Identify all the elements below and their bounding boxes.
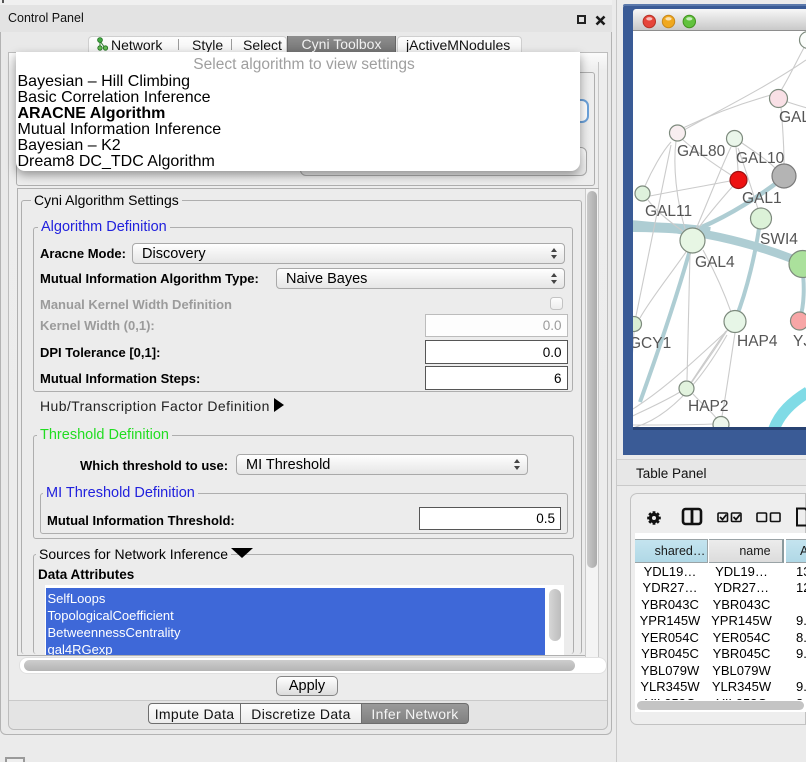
svg-text:YJ: YJ (793, 333, 806, 350)
svg-text:GAL11: GAL11 (645, 203, 692, 220)
svg-text:GAL80: GAL80 (677, 143, 726, 160)
svg-text:HAP4: HAP4 (737, 333, 778, 350)
svg-text:HAP2: HAP2 (688, 398, 729, 415)
svg-text:GAL4: GAL4 (695, 254, 735, 271)
svg-text:GCY1: GCY1 (633, 335, 671, 352)
svg-text:SWI4: SWI4 (760, 231, 798, 248)
svg-text:GAL7: GAL7 (779, 109, 806, 126)
svg-text:GAL10: GAL10 (736, 150, 785, 167)
svg-text:GAL1: GAL1 (742, 190, 782, 207)
